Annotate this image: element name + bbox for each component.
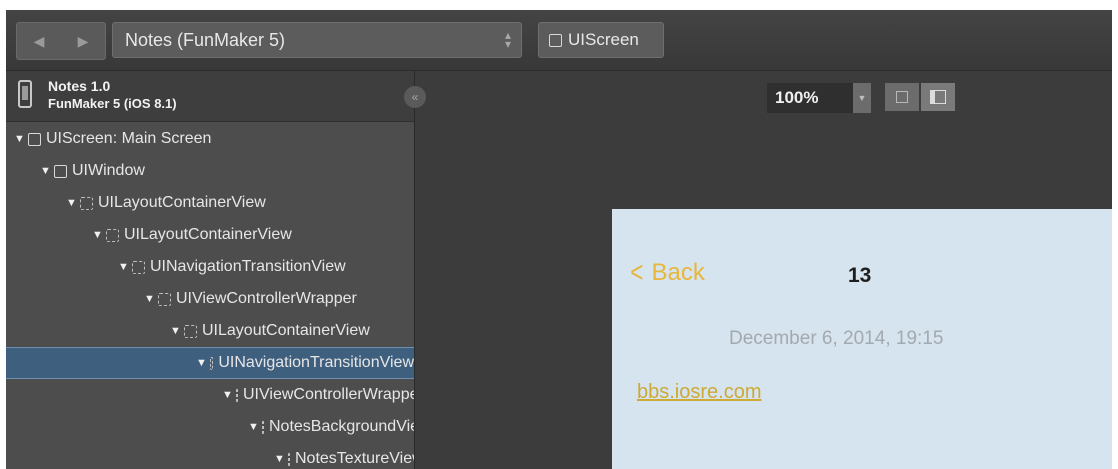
- tree-row-label: UIScreen: Main Screen: [46, 130, 212, 147]
- tree-row-selected[interactable]: ▼ UINavigationTransitionView: [6, 347, 414, 379]
- iphone-icon: [18, 80, 32, 108]
- chevron-down-icon: ▼: [857, 93, 867, 103]
- dashed-view-icon: [262, 420, 264, 434]
- disclosure-triangle-icon[interactable]: ▼: [40, 165, 51, 177]
- note-link[interactable]: bbs.iosre.com: [637, 381, 762, 404]
- tree-row-label: UIViewControllerWrapperView: [243, 386, 414, 403]
- tree-row[interactable]: ▼ UILayoutContainerView: [6, 187, 414, 219]
- disclosure-triangle-icon[interactable]: ▼: [170, 325, 181, 337]
- app-selector[interactable]: Notes (FunMaker 5) ▴ ▾: [112, 22, 522, 58]
- disclosure-triangle-icon[interactable]: ▼: [14, 133, 25, 145]
- flat-square-icon: [896, 91, 908, 103]
- dashed-view-icon: [106, 228, 119, 242]
- disclosure-triangle-icon[interactable]: ▼: [222, 389, 233, 401]
- tree-row-label: UILayoutContainerView: [124, 226, 292, 243]
- device-header[interactable]: Notes 1.0 FunMaker 5 (iOS 8.1): [6, 71, 414, 122]
- dashed-view-icon: [184, 324, 197, 338]
- tree-row[interactable]: ▼ UINavigationTransitionView: [6, 251, 414, 283]
- note-date: December 6, 2014, 19:15: [729, 328, 944, 349]
- tree-row-label: UIWindow: [72, 162, 145, 179]
- disclosure-triangle-icon[interactable]: ▼: [248, 421, 259, 433]
- app-screen-preview[interactable]: < Back 13 December 6, 2014, 19:15 bbs.io…: [612, 209, 1112, 469]
- history-nav-buttons: ◀ ▶: [16, 22, 106, 60]
- disclosure-triangle-icon[interactable]: ▼: [274, 453, 285, 465]
- view-tree: ▼ UIScreen: Main Screen ▼ UIWindow ▼ UIL…: [6, 123, 414, 469]
- disclosure-triangle-icon[interactable]: ▼: [144, 293, 155, 305]
- tree-row[interactable]: ▼ UIWindow: [6, 155, 414, 187]
- back-chevron-icon: <: [630, 256, 644, 289]
- tree-row[interactable]: ▼ NotesBackgroundView: [6, 411, 414, 443]
- app-name: Notes 1.0: [48, 78, 111, 94]
- breadcrumb-uiscreen[interactable]: UIScreen: [538, 22, 664, 58]
- back-button[interactable]: < Back: [628, 256, 705, 289]
- view-mode-2d-button[interactable]: [885, 83, 919, 111]
- view-square-icon: [54, 164, 67, 178]
- dashed-view-icon: [80, 196, 93, 210]
- breadcrumb-label: UIScreen: [568, 30, 639, 49]
- zoom-dropdown-button[interactable]: ▼: [853, 83, 871, 113]
- view-square-icon: [28, 132, 41, 146]
- dashed-view-icon: [210, 356, 214, 370]
- device-name: FunMaker 5 (iOS 8.1): [48, 96, 177, 111]
- tree-row-label: UINavigationTransitionView: [150, 258, 346, 275]
- tree-row-label: UINavigationTransitionView: [218, 354, 414, 371]
- tree-row[interactable]: ▼ NotesTextureView: [6, 443, 414, 469]
- toolbar: ◀ ▶ Notes (FunMaker 5) ▴ ▾ UIScreen: [6, 10, 1112, 71]
- dashed-view-icon: [236, 388, 238, 402]
- double-chevron-left-icon[interactable]: «: [404, 86, 426, 108]
- up-down-arrows-icon: ▴ ▾: [504, 28, 511, 51]
- dashed-view-icon: [132, 260, 145, 274]
- spark-inspector-window: ◀ ▶ Notes (FunMaker 5) ▴ ▾ UIScreen Notes…: [6, 10, 1112, 469]
- disclosure-triangle-icon[interactable]: ▼: [118, 261, 129, 273]
- tree-row[interactable]: ▼ UIViewControllerWrapper: [6, 283, 414, 315]
- tree-row-label: UILayoutContainerView: [98, 194, 266, 211]
- tree-row-label: NotesBackgroundView: [269, 418, 415, 435]
- preview-canvas[interactable]: 100% ▼ < Back 13 December 6, 2014, 19:15…: [415, 71, 1112, 469]
- chevron-right-icon[interactable]: ▶: [78, 33, 89, 50]
- tree-row[interactable]: ▼ UILayoutContainerView: [6, 315, 414, 347]
- view-square-icon: [549, 33, 562, 47]
- dashed-view-icon: [288, 452, 290, 466]
- tree-row[interactable]: ▼ UIViewControllerWrapperView: [6, 379, 414, 411]
- note-title: 13: [848, 264, 872, 287]
- chevron-left-icon[interactable]: ◀: [34, 33, 45, 50]
- tree-row-label: UILayoutContainerView: [202, 322, 370, 339]
- app-selector-label: Notes (FunMaker 5): [125, 29, 286, 50]
- disclosure-triangle-icon[interactable]: ▼: [92, 229, 103, 241]
- disclosure-triangle-icon[interactable]: ▼: [196, 357, 207, 369]
- back-label: Back: [651, 259, 705, 286]
- tree-row-label: UIViewControllerWrapper: [176, 290, 357, 307]
- layered-square-icon: [930, 90, 946, 104]
- zoom-field[interactable]: 100%: [767, 83, 853, 113]
- view-hierarchy-sidebar: Notes 1.0 FunMaker 5 (iOS 8.1) ▼ UIScree…: [6, 71, 415, 469]
- tree-row-label: NotesTextureView: [295, 450, 415, 467]
- disclosure-triangle-icon[interactable]: ▼: [66, 197, 77, 209]
- dashed-view-icon: [158, 292, 171, 306]
- tree-row[interactable]: ▼ UILayoutContainerView: [6, 219, 414, 251]
- tree-row[interactable]: ▼ UIScreen: Main Screen: [6, 123, 414, 155]
- view-mode-3d-button[interactable]: [921, 83, 955, 111]
